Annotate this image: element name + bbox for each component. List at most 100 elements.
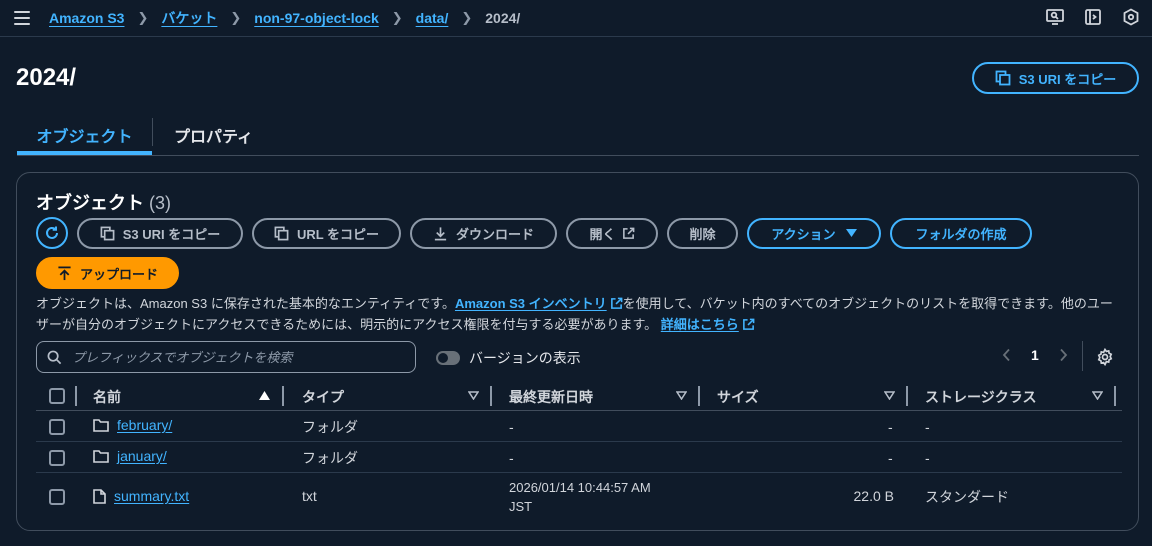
menu-icon[interactable] [14, 11, 30, 25]
actions-label: アクション [771, 226, 836, 242]
tab-divider [152, 118, 153, 146]
download-icon [433, 226, 448, 241]
objects-description: オブジェクトは、Amazon S3 に保存された基本的なエンティティです。Ama… [36, 293, 1116, 335]
toggle-switch[interactable] [436, 351, 460, 365]
inventory-link[interactable]: Amazon S3 インベントリ [455, 296, 607, 311]
objects-table: 名前 タイプ 最終更新日時 サイズ ストレージクラス february/ フォル… [36, 381, 1122, 519]
row-checkbox[interactable] [49, 489, 65, 505]
breadcrumb-data-folder[interactable]: data/ [416, 10, 449, 26]
gear-icon[interactable] [1096, 348, 1114, 366]
copy-icon [995, 70, 1011, 86]
column-header-last-modified[interactable]: 最終更新日時 [509, 387, 593, 407]
file-icon [93, 488, 106, 504]
delete-label: 削除 [689, 226, 716, 242]
search-input[interactable] [72, 349, 392, 365]
select-all-checkbox[interactable] [49, 388, 65, 404]
object-type: フォルダ [302, 450, 358, 466]
copy-icon [100, 226, 115, 241]
objects-title: オブジェクト [36, 193, 144, 213]
sort-icon[interactable] [1092, 391, 1103, 400]
page-title: 2024/ [16, 64, 77, 91]
last-modified-datetime: 2026/01/14 10:44:57 AM [509, 480, 651, 495]
chevron-left-icon[interactable] [1001, 348, 1013, 362]
object-size: 22.0 B [853, 488, 894, 504]
object-storage-class: スタンダード [925, 489, 1009, 505]
copy-s3-uri-toolbar-button[interactable]: S3 URI をコピー [77, 217, 243, 249]
copy-s3-uri-button[interactable]: S3 URI をコピー [972, 62, 1139, 94]
show-versions-toggle[interactable]: バージョンの表示 [436, 348, 581, 368]
column-separator[interactable] [490, 386, 492, 406]
object-name-cell: february/ [93, 417, 172, 433]
tab-bar: オブジェクト プロパティ [17, 116, 1139, 156]
delete-button[interactable]: 削除 [667, 217, 738, 249]
column-header-size[interactable]: サイズ [717, 387, 759, 407]
object-name-link[interactable]: summary.txt [114, 488, 189, 504]
column-header-name[interactable]: 名前 [93, 387, 121, 407]
folder-icon [93, 450, 109, 463]
refresh-button[interactable] [36, 217, 68, 249]
tab-objects[interactable]: オブジェクト [17, 116, 152, 155]
upload-label: アップロード [80, 266, 159, 282]
column-separator[interactable] [698, 386, 700, 406]
object-type: txt [302, 488, 317, 504]
notes-panel-icon[interactable] [1084, 8, 1102, 26]
download-button[interactable]: ダウンロード [410, 217, 557, 249]
chevron-right-icon: ❯ [230, 10, 242, 25]
sort-icon[interactable] [468, 391, 479, 400]
table-row: february/ フォルダ - - - [36, 411, 1122, 442]
upload-icon [57, 266, 72, 281]
objects-count: (3) [149, 193, 172, 213]
table-header: 名前 タイプ 最終更新日時 サイズ ストレージクラス [36, 381, 1122, 411]
top-navigation-bar: Amazon S3 ❯ バケット ❯ non-97-object-lock ❯ … [0, 0, 1152, 37]
create-folder-label: フォルダの作成 [915, 226, 1007, 242]
open-button[interactable]: 開く [566, 217, 658, 249]
copy-s3-uri-toolbar-label: S3 URI をコピー [122, 226, 221, 242]
tab-properties[interactable]: プロパティ [174, 116, 253, 155]
breadcrumb: Amazon S3 ❯ バケット ❯ non-97-object-lock ❯ … [49, 8, 520, 28]
object-size: - [888, 450, 893, 466]
page-number-current[interactable]: 1 [1031, 347, 1039, 363]
column-separator [75, 386, 77, 406]
caret-down-icon [845, 229, 857, 237]
breadcrumb-current: 2024/ [485, 10, 521, 26]
object-last-modified: - [509, 419, 514, 435]
row-checkbox[interactable] [49, 450, 65, 466]
chevron-right-icon: ❯ [137, 10, 149, 25]
objects-toolbar: S3 URI をコピー URL をコピー ダウンロード 開く 削除 アクション … [36, 217, 1041, 249]
copy-icon [274, 226, 289, 241]
copy-url-button[interactable]: URL をコピー [252, 217, 401, 249]
actions-dropdown-button[interactable]: アクション [747, 217, 881, 249]
breadcrumb-buckets[interactable]: バケット [161, 8, 217, 28]
sort-icon[interactable] [884, 391, 895, 400]
external-link-icon [742, 318, 755, 330]
column-header-storage-class[interactable]: ストレージクラス [925, 387, 1036, 407]
copy-s3-uri-label: S3 URI をコピー [1018, 71, 1117, 87]
chevron-right-icon[interactable] [1057, 348, 1069, 362]
external-link-icon [622, 227, 635, 240]
sort-ascending-icon[interactable] [259, 391, 270, 400]
table-row: january/ フォルダ - - - [36, 442, 1122, 473]
object-storage-class: - [925, 419, 930, 435]
hexagon-info-icon[interactable] [1122, 8, 1140, 26]
breadcrumb-bucket[interactable]: non-97-object-lock [254, 10, 378, 26]
learn-more-link[interactable]: 詳細はこちら [661, 317, 739, 332]
object-name-link[interactable]: february/ [117, 417, 172, 433]
breadcrumb-amazon-s3[interactable]: Amazon S3 [49, 10, 124, 26]
object-type: フォルダ [302, 419, 358, 435]
screen-search-icon[interactable] [1046, 8, 1064, 26]
create-folder-button[interactable]: フォルダの作成 [890, 217, 1032, 249]
last-modified-timezone: JST [509, 499, 533, 514]
column-header-type[interactable]: タイプ [302, 387, 344, 407]
sort-icon[interactable] [676, 391, 687, 400]
external-link-icon [610, 297, 623, 309]
column-separator[interactable] [1114, 386, 1116, 406]
open-label: 開く [589, 226, 616, 242]
object-name-link[interactable]: january/ [117, 448, 167, 464]
upload-button[interactable]: アップロード [36, 257, 180, 289]
refresh-icon [46, 226, 58, 239]
column-separator[interactable] [282, 386, 284, 406]
pagination-divider [1082, 341, 1083, 371]
column-separator[interactable] [906, 386, 908, 406]
row-checkbox[interactable] [49, 419, 65, 435]
object-name-cell: january/ [93, 448, 167, 464]
